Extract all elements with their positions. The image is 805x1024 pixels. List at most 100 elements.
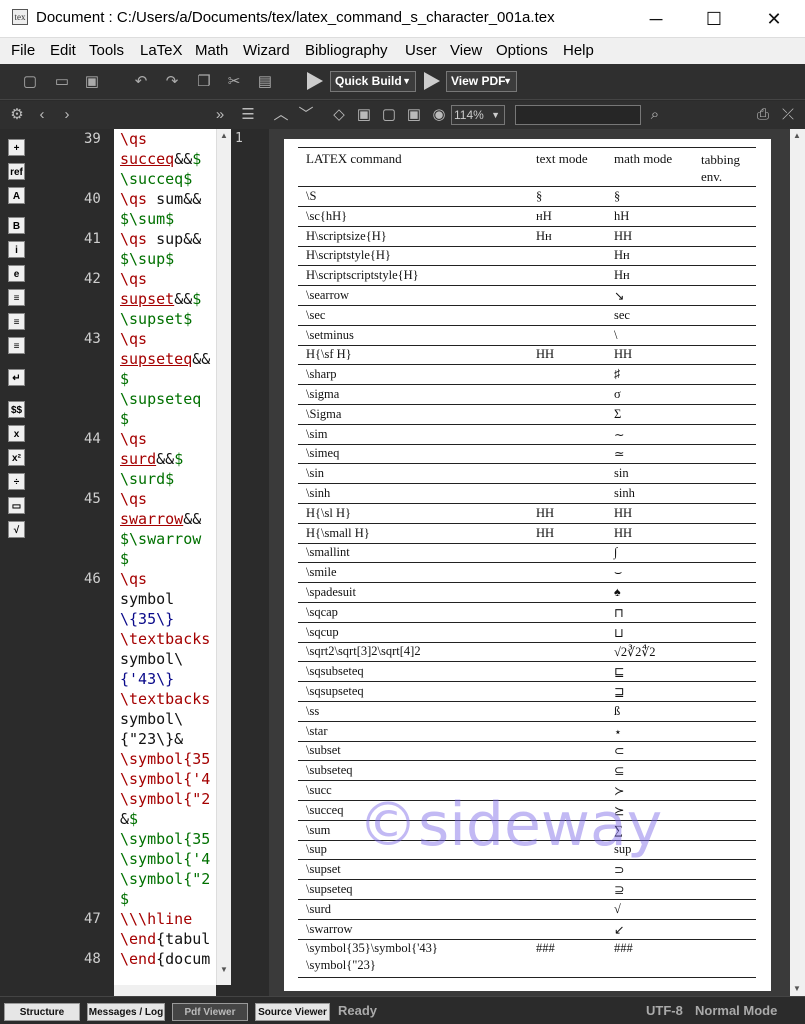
code-token: $\sum$ (120, 210, 175, 228)
code-token: \qs (120, 330, 148, 348)
menu-user[interactable]: User (405, 42, 437, 59)
table-rule (298, 800, 756, 801)
align-left-icon[interactable]: ≡ (8, 289, 25, 306)
display-math-icon[interactable]: $$ (8, 401, 25, 418)
quick-build-label: Quick Build (335, 74, 402, 88)
scroll-up-icon[interactable]: ▲ (793, 131, 801, 140)
menu-math[interactable]: Math (195, 42, 228, 59)
cell-math-mode: ∫ (614, 545, 618, 560)
tab-structure[interactable]: Structure (4, 1003, 80, 1021)
print-icon[interactable]: ⎙ (754, 105, 772, 125)
scroll-down-icon[interactable]: ▼ (220, 965, 228, 974)
settings-icon[interactable]: ⚙ (8, 105, 26, 125)
scroll-up-icon[interactable]: ▲ (220, 131, 228, 140)
editor-vertical-scrollbar[interactable]: ▲ ▼ (216, 129, 231, 985)
code-token: {'43\} (120, 670, 175, 688)
cut-icon[interactable]: ✂ (224, 72, 244, 92)
status-encoding[interactable]: UTF-8 (646, 1003, 683, 1018)
fit-width-icon[interactable]: ▣ (355, 105, 373, 125)
pdf-vertical-scrollbar[interactable]: ▲ ▼ (790, 129, 805, 996)
cell-command: \ss (306, 703, 320, 718)
pdf-page-strip: 1 (231, 129, 269, 996)
back-icon[interactable]: ‹ (33, 105, 51, 125)
redo-icon[interactable]: ↷ (162, 72, 182, 92)
forward-icon[interactable]: › (58, 105, 76, 125)
bold-icon[interactable]: B (8, 217, 25, 234)
scroll-down-icon[interactable]: ▼ (793, 984, 801, 993)
editor-horizontal-scrollbar[interactable] (114, 985, 216, 996)
menu-options[interactable]: Options (496, 42, 548, 59)
fraction-icon[interactable]: ÷ (8, 473, 25, 490)
close-button[interactable]: ✕ (751, 0, 797, 38)
zoom-fit-icon[interactable]: ▣ (405, 105, 423, 125)
menu-tools[interactable]: Tools (89, 42, 124, 59)
sqrt-icon[interactable]: √ (8, 521, 25, 538)
source-editor[interactable]: \qs succeq&&$ \succeq$ \qs sum&& $\sum$ \qs s… (114, 129, 216, 985)
emphasis-icon[interactable]: e (8, 265, 25, 282)
close-pane-icon[interactable]: ⤫ (779, 105, 797, 125)
code-line: \qs (120, 429, 147, 449)
cell-command: \spadesuit (306, 585, 356, 599)
menu-wizard[interactable]: Wizard (243, 42, 290, 59)
minimize-button[interactable]: ─ (633, 0, 679, 38)
maximize-button[interactable]: ☐ (691, 0, 737, 38)
pdf-search-input[interactable] (515, 105, 641, 125)
code-line: \supset$ (120, 309, 192, 329)
cell-command: \sqcup (306, 624, 339, 639)
menu-help[interactable]: Help (563, 42, 594, 59)
code-line: supset&&$ (120, 289, 201, 309)
menu-file[interactable]: File (11, 42, 35, 59)
align-right-icon[interactable]: ≡ (8, 337, 25, 354)
menu-view[interactable]: View (450, 42, 482, 59)
ref-icon[interactable]: ref (8, 163, 25, 180)
align-center-icon[interactable]: ≡ (8, 313, 25, 330)
search-icon[interactable]: ⌕ (646, 105, 664, 125)
build-run-icon[interactable] (307, 72, 323, 90)
menu-edit[interactable]: Edit (50, 42, 76, 59)
open-folder-icon[interactable]: ▭ (52, 72, 72, 92)
undo-icon[interactable]: ↶ (131, 72, 151, 92)
down-icon[interactable]: ﹀ (297, 105, 315, 125)
code-line: symbol\ (120, 649, 183, 669)
fit-page-icon[interactable]: ▢ (380, 105, 398, 125)
copy-icon[interactable]: ❐ (194, 72, 214, 92)
cell-command: H{\small H} (306, 525, 370, 540)
subscript-icon[interactable]: x (8, 425, 25, 442)
table-rule (298, 859, 756, 861)
view-pdf-select[interactable]: View PDF ▼ (446, 71, 517, 92)
structure-list-icon[interactable]: ☰ (239, 105, 257, 125)
code-token: {"23\}& (120, 730, 184, 748)
cell-command: \sum (306, 822, 331, 837)
cell-command: \smallint (306, 545, 350, 560)
tab-pdf-viewer[interactable]: Pdf Viewer (172, 1003, 248, 1021)
text-a-icon[interactable]: A (8, 187, 25, 204)
code-token: \\\hline (120, 910, 193, 928)
menu-latex[interactable]: LaTeX (140, 42, 183, 59)
quick-build-select[interactable]: Quick Build ▼ (330, 71, 416, 92)
table-rule (298, 760, 756, 762)
save-icon[interactable]: ▣ (82, 72, 102, 92)
zoom-select[interactable]: 114% ▼ (451, 105, 505, 125)
insert-icon[interactable]: + (8, 139, 25, 156)
more-icon[interactable]: » (211, 105, 229, 125)
cell-command: \Sigma (306, 406, 342, 421)
code-line: $ (120, 369, 129, 389)
code-line: supseteq&& (120, 349, 210, 369)
table-rule-head (298, 186, 756, 187)
up-icon[interactable]: ︿ (272, 105, 290, 125)
paste-icon[interactable]: ▤ (255, 72, 275, 92)
cell-math-mode: ♯ (614, 367, 621, 382)
view-run-icon[interactable] (424, 72, 440, 90)
tab-source-viewer[interactable]: Source Viewer (255, 1003, 330, 1021)
new-file-icon[interactable]: ▢ (20, 72, 40, 92)
menu-bibliography[interactable]: Bibliography (305, 42, 388, 59)
italic-icon[interactable]: i (8, 241, 25, 258)
fit-icon[interactable]: ◇ (330, 105, 348, 125)
box-icon[interactable]: ▭ (8, 497, 25, 514)
superscript-icon[interactable]: x² (8, 449, 25, 466)
code-token: && (174, 290, 193, 308)
newline-icon[interactable]: ↵ (8, 369, 25, 386)
tab-messages-log[interactable]: Messages / Log (87, 1003, 165, 1021)
cell-text-mode: ʜH (536, 208, 552, 223)
eye-icon[interactable]: ◉ (430, 105, 448, 125)
